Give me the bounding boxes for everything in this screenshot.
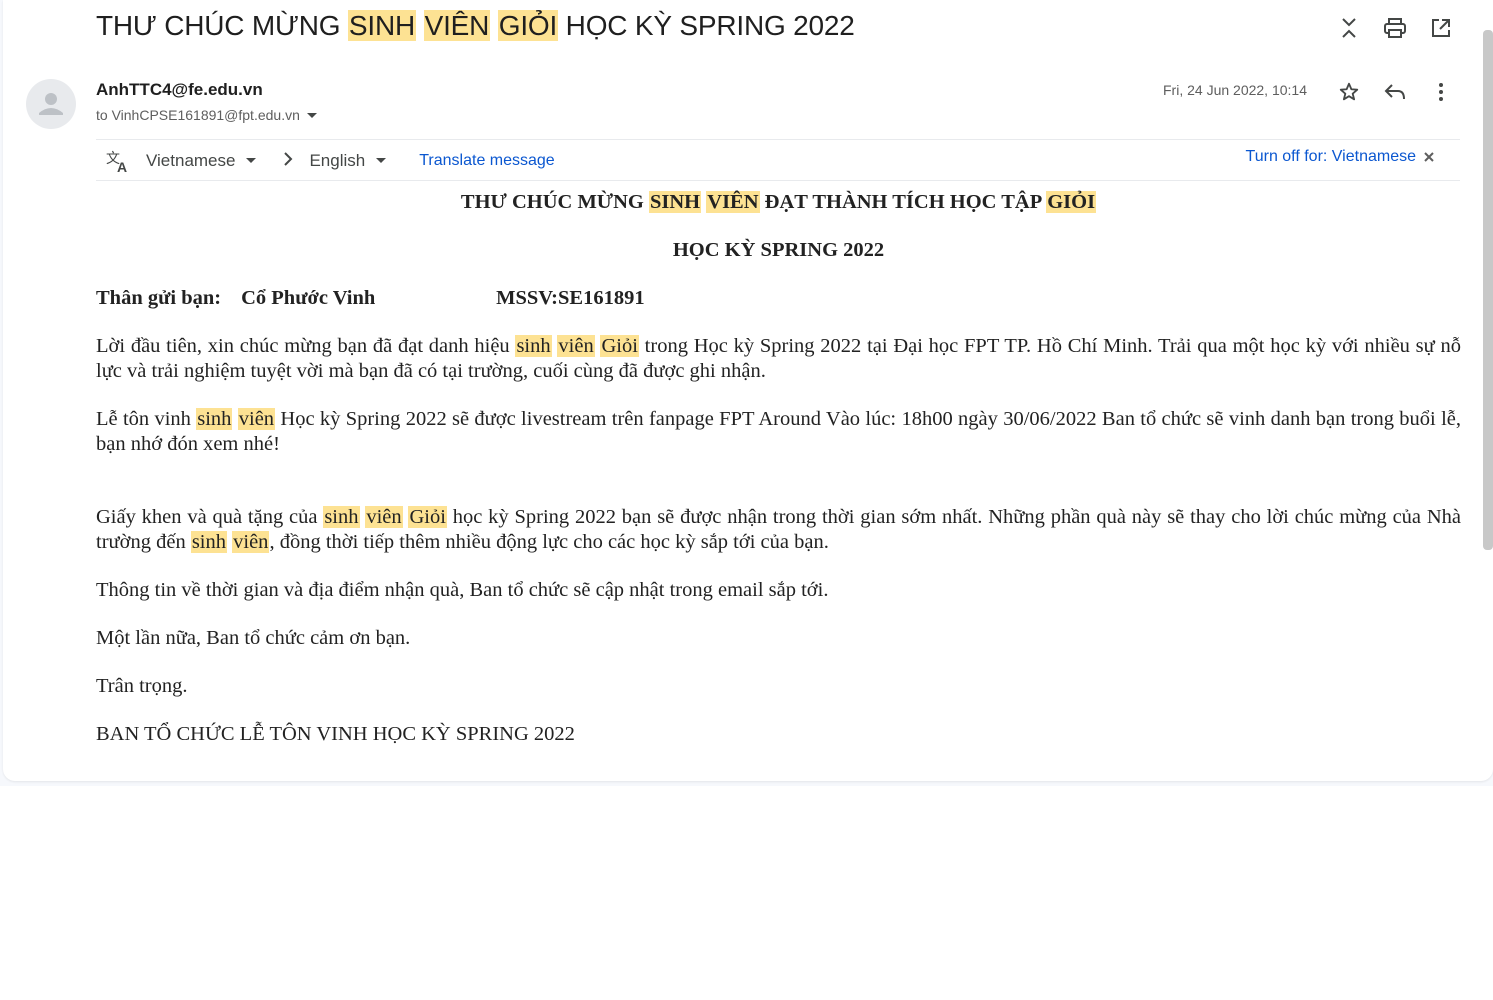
search-highlight: viên [232, 531, 270, 553]
collapse-icon[interactable] [1333, 14, 1365, 42]
turn-off-translation: Turn off for: Vietnamese [1246, 148, 1434, 166]
more-vert-icon[interactable] [1425, 78, 1457, 106]
caret-down-icon [246, 158, 257, 163]
email-subject: THƯ CHÚC MỪNG SINH VIÊN GIỎI HỌC KỲ SPRI… [96, 10, 855, 42]
header-divider [96, 139, 1460, 140]
blank-area [0, 786, 1493, 1000]
text-run: Lời đầu tiên, xin chúc mừng bạn đã đạt d… [96, 335, 516, 357]
search-highlight: sinh [196, 408, 233, 430]
open-in-new-window-icon[interactable] [1425, 14, 1457, 42]
person-icon [39, 93, 63, 115]
source-language-label: Vietnamese [146, 151, 236, 170]
search-highlight: VIÊN [706, 191, 760, 213]
text-run: Lễ tôn vinh [96, 408, 197, 430]
search-highlight: sinh [190, 531, 228, 553]
paragraph-thanks: Một lần nữa, Ban tổ chức cảm ơn bạn. [96, 627, 411, 649]
search-highlight: viên [557, 335, 595, 357]
caret-down-icon [376, 158, 387, 163]
translate-message-link[interactable]: Translate message [419, 152, 554, 170]
scrollbar-thumb[interactable] [1483, 30, 1493, 550]
email-body: THƯ CHÚC MỪNG SINH VIÊN ĐẠT THÀNH TÍCH H… [96, 186, 1461, 747]
search-highlight: sinh [323, 506, 360, 528]
translate-bar: 文A Vietnamese English Translate message … [106, 146, 1456, 176]
search-highlight: viên [237, 408, 276, 430]
search-highlight: VIÊN [423, 10, 491, 41]
target-language-select[interactable]: English [309, 151, 387, 171]
paragraph-ceremony: Lễ tôn vinh sinh viên Học kỳ Spring 2022… [96, 407, 1461, 457]
search-highlight: GIỎI [497, 10, 559, 41]
translate-divider [96, 180, 1460, 181]
signature: BAN TỔ CHỨC LỄ TÔN VINH HỌC KỲ SPRING 20… [96, 723, 575, 745]
text-run [490, 10, 498, 41]
chevron-right-icon [283, 151, 293, 172]
svg-text:A: A [117, 159, 127, 173]
paragraph-regards: Trân trọng. [96, 675, 188, 697]
student-id: MSSV:SE161891 [496, 287, 645, 309]
sender-avatar [26, 79, 76, 129]
close-icon[interactable] [1424, 152, 1434, 162]
text-run: THƯ CHÚC MỪNG [460, 191, 649, 213]
search-highlight: Giỏi [408, 506, 447, 528]
text-run: HỌC KỲ SPRING 2022 [558, 10, 855, 41]
search-highlight: SINH [649, 191, 702, 213]
recipient-text: to VinhCPSE161891@fpt.edu.vn [96, 107, 300, 123]
text-run: Giấy khen và quà tặng của [96, 506, 324, 528]
letter-subheading: HỌC KỲ SPRING 2022 [672, 239, 885, 261]
paragraph-congrats: Lời đầu tiên, xin chúc mừng bạn đã đạt d… [96, 334, 1461, 384]
source-language-select[interactable]: 文A Vietnamese [106, 149, 257, 173]
print-icon[interactable] [1379, 14, 1411, 42]
paragraph-gifts: Giấy khen và quà tặng của sinh viên Giỏi… [96, 505, 1461, 555]
translate-icon: 文A [106, 150, 127, 173]
email-date: Fri, 24 Jun 2022, 10:14 [1163, 82, 1307, 98]
recipient-details-dropdown[interactable] [306, 107, 318, 123]
text-run: ĐẠT THÀNH TÍCH HỌC TẬP [759, 191, 1047, 213]
search-highlight: sinh [515, 335, 552, 357]
target-language-label: English [309, 151, 366, 170]
student-name: Cổ Phước Vinh [241, 287, 376, 309]
subject-toolbar [1333, 14, 1457, 42]
recipient-line: to VinhCPSE161891@fpt.edu.vn [96, 107, 318, 123]
text-run [232, 408, 237, 430]
greeting-line: Thân gửi bạn: Cổ Phước Vinh MSSV:SE16189… [96, 286, 1461, 311]
reply-icon[interactable] [1379, 78, 1411, 106]
letter-heading: THƯ CHÚC MỪNG SINH VIÊN ĐẠT THÀNH TÍCH H… [96, 190, 1461, 215]
greeting-label: Thân gửi bạn: [96, 287, 222, 309]
star-icon[interactable] [1333, 78, 1365, 106]
caret-down-icon [306, 113, 317, 118]
text-run: , đồng thời tiếp thêm nhiều động lực cho… [269, 531, 829, 553]
paragraph-info: Thông tin về thời gian và địa điểm nhận … [96, 579, 829, 601]
search-highlight: SINH [347, 10, 417, 41]
turn-off-link[interactable]: Turn off for: Vietnamese [1246, 148, 1416, 166]
search-highlight: viên [365, 506, 403, 528]
email-card: THƯ CHÚC MỪNG SINH VIÊN GIỎI HỌC KỲ SPRI… [3, 0, 1493, 781]
sender-email[interactable]: AnhTTC4@fe.edu.vn [96, 80, 263, 100]
search-highlight: Giỏi [600, 335, 639, 357]
text-run: Học kỳ Spring 2022 sẽ được livestream tr… [96, 408, 1461, 455]
message-actions [1333, 78, 1457, 106]
text-run: THƯ CHÚC MỪNG [96, 10, 348, 41]
search-highlight: GIỎI [1046, 191, 1097, 213]
text-run [416, 10, 424, 41]
